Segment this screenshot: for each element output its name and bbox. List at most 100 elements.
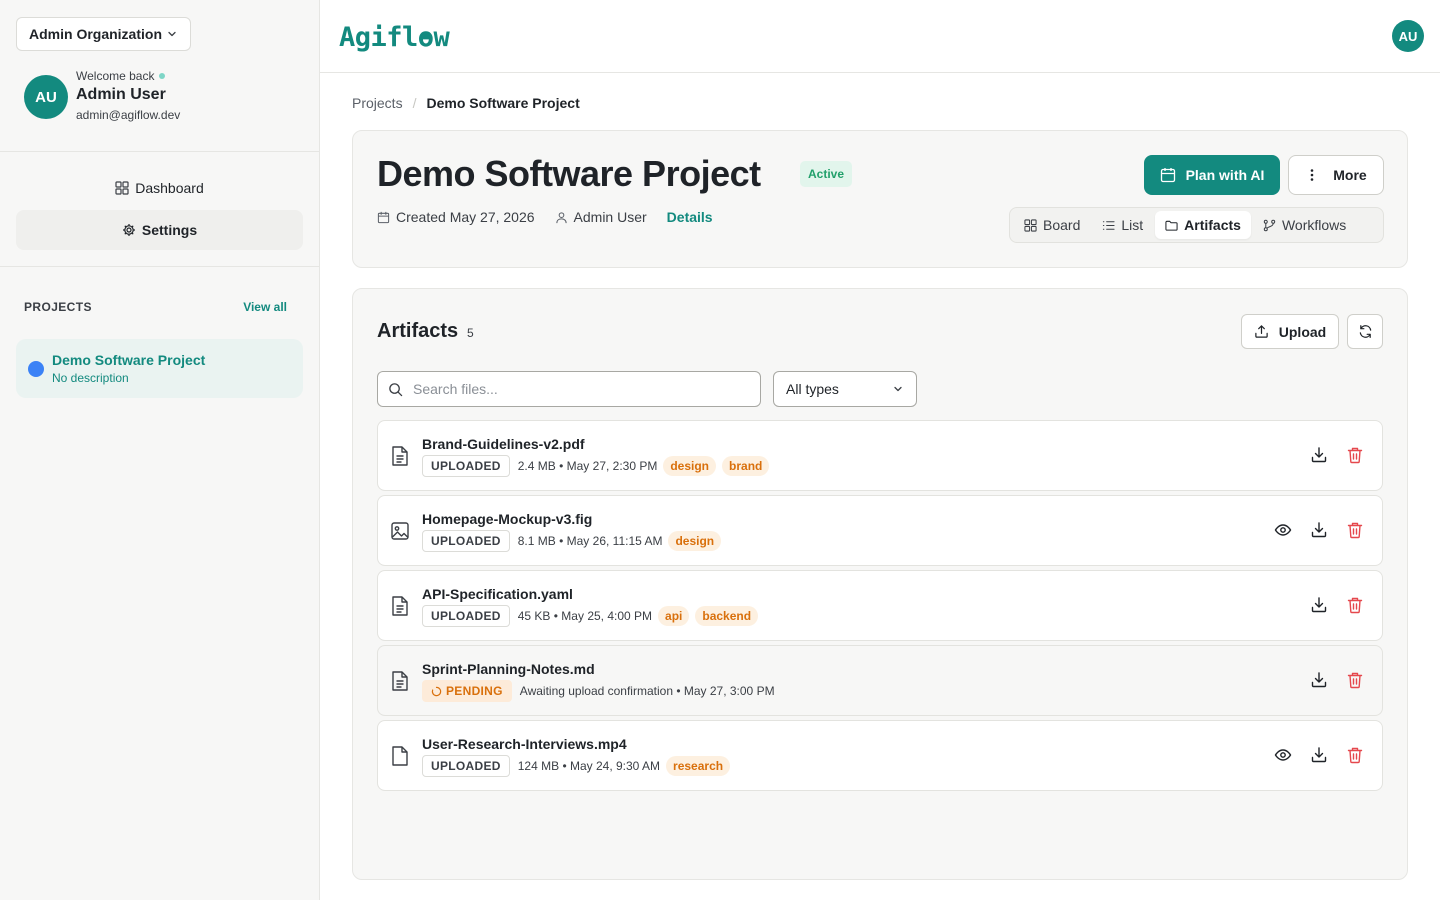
breadcrumb: Projects / Demo Software Project [352,95,580,111]
project-meta: Created May 27, 2026 Admin User Details [377,209,733,225]
file-name[interactable]: Sprint-Planning-Notes.md [422,661,595,677]
tab-list[interactable]: List [1092,211,1153,239]
organization-label: Admin Organization [29,26,162,42]
workflow-icon [1263,219,1276,231]
eye-icon[interactable] [1274,521,1292,539]
download-icon[interactable] [1310,671,1328,689]
refresh-button[interactable] [1347,314,1383,349]
project-color-dot [28,360,44,377]
nav-settings-label: Settings [141,222,198,238]
breadcrumb-current: Demo Software Project [426,95,580,111]
user-avatar-button[interactable]: AU [1392,20,1424,52]
more-vertical-icon [1310,169,1314,181]
chevron-down-icon [894,386,902,392]
file-info: Awaiting upload confirmation • May 27, 3… [519,684,775,698]
download-icon[interactable] [1310,596,1328,614]
list-item[interactable]: API-Specification.yaml UPLOADED 45 KB • … [377,570,1383,641]
file-name[interactable]: API-Specification.yaml [422,586,573,602]
document-icon [392,671,408,691]
trash-icon[interactable] [1346,671,1364,689]
tag: research [666,756,731,776]
download-icon[interactable] [1310,446,1328,464]
artifact-count: 5 [467,326,474,340]
status-badge: UPLOADED [422,755,510,777]
details-link[interactable]: Details [667,209,713,225]
tag: brand [722,456,770,476]
nav-settings[interactable]: Settings [16,210,303,250]
created-date: Created May 27, 2026 [377,209,535,225]
tab-workflows[interactable]: Workflows [1253,211,1356,239]
plan-with-ai-button[interactable]: Plan with AI [1144,155,1280,195]
type-filter-select[interactable]: All types [773,371,917,407]
eye-icon[interactable] [1274,746,1292,764]
spinner-icon [431,686,442,696]
gear-icon [122,224,135,236]
tag: design [663,456,717,476]
search-icon [389,382,403,396]
user-profile: AU Welcome back Admin User admin@agiflow… [24,68,180,122]
type-filter-value: All types [786,381,839,397]
view-all-link[interactable]: View all [243,300,287,314]
list-item[interactable]: Brand-Guidelines-v2.pdf UPLOADED 2.4 MB … [377,420,1383,491]
project-owner: Admin User [555,209,647,225]
user-email: admin@agiflow.dev [76,108,181,122]
artifacts-panel: Artifacts 5 Upload All types Brand-Guide… [352,288,1408,880]
file-name[interactable]: Brand-Guidelines-v2.pdf [422,436,585,452]
status-badge: Active [800,161,853,187]
search-input[interactable] [413,381,733,397]
tag: backend [695,606,759,626]
image-icon [391,522,409,540]
list-item[interactable]: User-Research-Interviews.mp4 UPLOADED 12… [377,720,1383,791]
breadcrumb-projects-link[interactable]: Projects [352,95,403,111]
trash-icon[interactable] [1346,446,1364,464]
sidebar-project-item[interactable]: Demo Software Project No description [16,339,303,398]
file-name[interactable]: Homepage-Mockup-v3.fig [422,511,592,527]
file-info: 2.4 MB • May 27, 2:30 PM [517,459,658,473]
search-field[interactable] [377,371,761,407]
tag: api [658,606,690,626]
app-logo[interactable]: Agiflow [339,22,450,53]
projects-header: PROJECTS View all [24,300,287,314]
organization-selector[interactable]: Admin Organization [16,17,191,51]
calendar-icon [377,211,390,223]
file-info: 8.1 MB • May 26, 11:15 AM [517,534,663,548]
tab-artifacts[interactable]: Artifacts [1155,211,1251,239]
trash-icon[interactable] [1346,521,1364,539]
welcome-text: Welcome back [76,69,180,83]
list-icon [1103,220,1115,230]
online-status-dot [159,73,166,79]
tag: design [668,531,722,551]
download-icon[interactable] [1310,521,1328,539]
divider [0,151,319,152]
list-item[interactable]: Homepage-Mockup-v3.fig UPLOADED 8.1 MB •… [377,495,1383,566]
page-title: Demo Software Project [377,153,761,194]
file-icon [392,746,408,766]
grid-icon [115,181,129,195]
trash-icon[interactable] [1346,746,1364,764]
upload-button[interactable]: Upload [1241,314,1339,349]
more-button[interactable]: More [1288,155,1384,195]
view-tabs: Board List Artifacts Workflows [1009,207,1384,243]
nav-dashboard[interactable]: Dashboard [16,168,303,208]
download-icon[interactable] [1310,746,1328,764]
project-header-card: Demo Software Project Active Created May… [352,130,1408,268]
tab-board[interactable]: Board [1014,211,1090,239]
divider [0,266,319,267]
file-name[interactable]: User-Research-Interviews.mp4 [422,736,627,752]
document-icon [392,596,408,616]
list-item[interactable]: Sprint-Planning-Notes.md PENDING Awaitin… [377,645,1383,716]
user-icon [555,211,567,223]
status-badge: UPLOADED [422,530,510,552]
section-title: Artifacts [377,320,459,342]
refresh-icon [1359,325,1371,338]
breadcrumb-separator: / [412,95,417,111]
trash-icon[interactable] [1346,596,1364,614]
upload-icon [1255,325,1268,338]
status-badge: PENDING [422,680,512,702]
projects-section-label: PROJECTS [24,300,92,314]
calendar-icon [1160,168,1175,183]
user-name: Admin User [76,86,166,103]
sidebar: Admin Organization AU Welcome back Admin… [0,0,320,900]
folder-icon [1165,220,1178,231]
top-bar: Agiflow AU [320,0,1440,73]
